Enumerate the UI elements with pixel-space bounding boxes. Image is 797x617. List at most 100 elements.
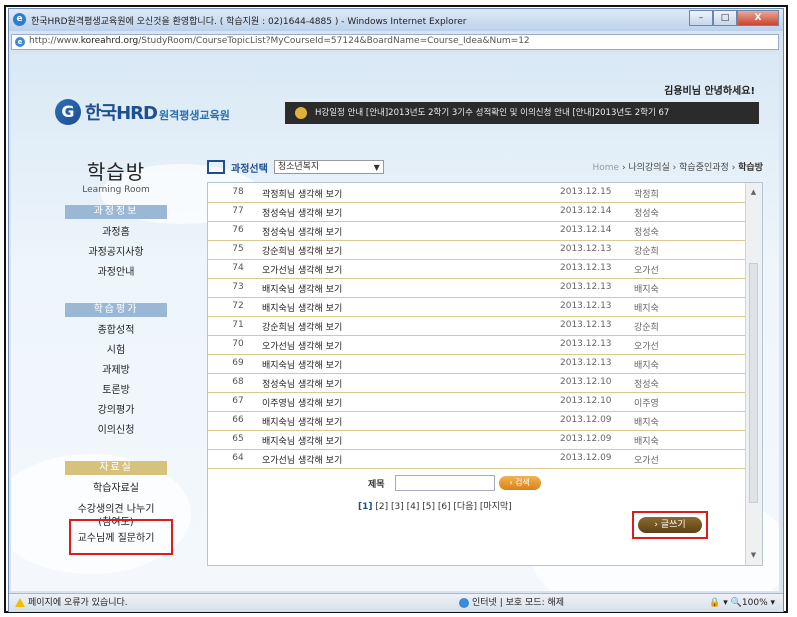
zoom-control[interactable]: 🔒 ▾ 🔍100% ▾ bbox=[709, 594, 775, 612]
table-row[interactable]: 73 배지숙님 생각해 보기 2013.12.13 배지숙 bbox=[208, 278, 748, 298]
scroll-thumb[interactable] bbox=[749, 263, 758, 503]
post-number: 64 bbox=[232, 453, 244, 463]
table-row[interactable]: 75 강순희님 생각해 보기 2013.12.13 강순희 bbox=[208, 240, 748, 260]
table-row[interactable]: 65 배지숙님 생각해 보기 2013.12.09 배지숙 bbox=[208, 430, 748, 450]
sidebar-item-appeal[interactable]: 이의신청 bbox=[57, 421, 175, 441]
table-row[interactable]: 66 배지숙님 생각해 보기 2013.12.09 배지숙 bbox=[208, 411, 748, 431]
table-row[interactable]: 64 오가선님 생각해 보기 2013.12.09 오가선 bbox=[208, 449, 748, 469]
post-number: 66 bbox=[232, 415, 244, 425]
main-content: 과정선택 청소년복지 ▼ Home › 나의강의실 › 학습중인과정 › 학습방 … bbox=[207, 158, 763, 578]
post-number: 72 bbox=[232, 301, 244, 311]
post-title[interactable]: 정성숙님 생각해 보기 bbox=[262, 377, 342, 390]
post-number: 75 bbox=[232, 244, 244, 254]
post-author: 배지숙 bbox=[634, 304, 659, 314]
list-scrollbar[interactable]: ▲ ▼ bbox=[745, 183, 762, 565]
section-head-course-info: 과정정보 bbox=[65, 205, 167, 219]
post-date: 2013.12.14 bbox=[560, 206, 612, 216]
sidebar-item-exam[interactable]: 시험 bbox=[57, 341, 175, 361]
sidebar-title: 학습방 bbox=[86, 160, 146, 184]
post-title[interactable]: 오가선님 생각해 보기 bbox=[262, 453, 342, 466]
post-title[interactable]: 배지숙님 생각해 보기 bbox=[262, 415, 342, 428]
post-title[interactable]: 이주영님 생각해 보기 bbox=[262, 396, 342, 409]
search-label: 제목 bbox=[368, 479, 385, 490]
sidebar-item-opinion-share[interactable]: 수강생의견 나누기 bbox=[57, 503, 175, 516]
post-author: 강순희 bbox=[634, 247, 659, 257]
status-bar: 페이지에 오류가 있습니다. 인터넷 | 보호 모드: 해제 🔒 ▾ 🔍100%… bbox=[9, 593, 783, 612]
course-select[interactable]: 청소년복지 ▼ bbox=[273, 160, 384, 174]
status-error-text[interactable]: 페이지에 오류가 있습니다. bbox=[28, 598, 128, 608]
post-title[interactable]: 배지숙님 생각해 보기 bbox=[262, 434, 342, 447]
post-title[interactable]: 배지숙님 생각해 보기 bbox=[262, 301, 342, 314]
sidebar-item-course-home[interactable]: 과정홈 bbox=[57, 223, 175, 243]
notice-ticker[interactable]: H강일정 안내 [안내]2013년도 2학기 3기수 성적확인 및 이의신청 안… bbox=[285, 102, 759, 124]
page-icon: e bbox=[15, 37, 25, 47]
sidebar-item-total-grade[interactable]: 종합성적 bbox=[57, 321, 175, 341]
post-title[interactable]: 오가선님 생각해 보기 bbox=[262, 339, 342, 352]
search-button[interactable]: › 검색 bbox=[498, 476, 541, 490]
scroll-up-icon[interactable]: ▲ bbox=[748, 187, 759, 198]
table-row[interactable]: 72 배지숙님 생각해 보기 2013.12.13 배지숙 bbox=[208, 297, 748, 317]
breadcrumb-learning-room: 학습방 bbox=[738, 163, 763, 173]
table-row[interactable]: 69 배지숙님 생각해 보기 2013.12.13 배지숙 bbox=[208, 354, 748, 374]
page-links[interactable]: [2] [3] [4] [5] [6] [다음] [마지막] bbox=[375, 502, 511, 512]
ie-icon: e bbox=[13, 13, 26, 26]
close-button[interactable]: X bbox=[737, 10, 779, 26]
breadcrumb-current-course[interactable]: 학습중인과정 bbox=[679, 163, 729, 173]
address-bar[interactable]: e http://www.koreahrd.org/StudyRoom/Cour… bbox=[11, 34, 779, 50]
site-logo[interactable]: G 한국HRD 원격평생교육원 bbox=[55, 99, 230, 125]
post-author: 배지숙 bbox=[634, 285, 659, 295]
search-input[interactable] bbox=[394, 475, 495, 491]
table-row[interactable]: 77 정성숙님 생각해 보기 2013.12.14 정성숙 bbox=[208, 202, 748, 222]
post-title[interactable]: 배지숙님 생각해 보기 bbox=[262, 282, 342, 295]
post-date: 2013.12.13 bbox=[560, 282, 612, 292]
post-number: 69 bbox=[232, 358, 244, 368]
microphone-icon bbox=[295, 106, 307, 119]
warning-icon[interactable] bbox=[15, 598, 25, 607]
logo-mark-icon: G bbox=[55, 99, 81, 125]
post-title[interactable]: 강순희님 생각해 보기 bbox=[262, 320, 342, 333]
page-current[interactable]: [1] bbox=[358, 502, 373, 512]
post-number: 78 bbox=[232, 187, 244, 197]
minimize-button[interactable]: – bbox=[689, 10, 713, 26]
table-row[interactable]: 67 이주영님 생각해 보기 2013.12.10 이주영 bbox=[208, 392, 748, 412]
logo-main-text: 한국HRD bbox=[85, 103, 158, 124]
sidebar-item-assignment[interactable]: 과제방 bbox=[57, 361, 175, 381]
section-head-evaluation: 학습평가 bbox=[65, 303, 167, 317]
sidebar-item-lecture-eval[interactable]: 강의평가 bbox=[57, 401, 175, 421]
post-title[interactable]: 곽정희님 생각해 보기 bbox=[262, 187, 342, 200]
post-number: 68 bbox=[232, 377, 244, 387]
course-select-label: 과정선택 bbox=[231, 163, 268, 175]
sidebar-item-resources[interactable]: 학습자료실 bbox=[57, 479, 175, 499]
post-number: 76 bbox=[232, 225, 244, 235]
post-number: 70 bbox=[232, 339, 244, 349]
sidebar-item-course-guide[interactable]: 과정안내 bbox=[57, 263, 175, 283]
post-title[interactable]: 정성숙님 생각해 보기 bbox=[262, 225, 342, 238]
table-row[interactable]: 74 오가선님 생각해 보기 2013.12.13 오가선 bbox=[208, 259, 748, 279]
logo-sub-text: 원격평생교육원 bbox=[159, 109, 230, 122]
post-title[interactable]: 오가선님 생각해 보기 bbox=[262, 263, 342, 276]
post-title[interactable]: 배지숙님 생각해 보기 bbox=[262, 358, 342, 371]
sidebar-item-course-notice[interactable]: 과정공지사항 bbox=[57, 243, 175, 263]
table-row[interactable]: 78 곽정희님 생각해 보기 2013.12.15 곽정희 bbox=[208, 183, 748, 203]
sidebar-subtitle: Learning Room bbox=[82, 185, 150, 195]
maximize-button[interactable]: □ bbox=[713, 10, 737, 26]
sidebar-item-discussion[interactable]: 토론방 bbox=[57, 381, 175, 401]
dropdown-arrow-icon: ▼ bbox=[373, 163, 380, 172]
post-date: 2013.12.09 bbox=[560, 415, 612, 425]
home-icon[interactable]: Home bbox=[593, 163, 620, 173]
table-row[interactable]: 68 정성숙님 생각해 보기 2013.12.10 정성숙 bbox=[208, 373, 748, 393]
post-date: 2013.12.15 bbox=[560, 187, 612, 197]
post-number: 65 bbox=[232, 434, 244, 444]
breadcrumb-my-classroom[interactable]: 나의강의실 bbox=[628, 163, 669, 173]
post-title[interactable]: 강순희님 생각해 보기 bbox=[262, 244, 342, 257]
table-row[interactable]: 71 강순희님 생각해 보기 2013.12.13 강순희 bbox=[208, 316, 748, 336]
scroll-down-icon[interactable]: ▼ bbox=[748, 550, 759, 561]
table-row[interactable]: 76 정성숙님 생각해 보기 2013.12.14 정성숙 bbox=[208, 221, 748, 241]
post-date: 2013.12.09 bbox=[560, 453, 612, 463]
post-title[interactable]: 정성숙님 생각해 보기 bbox=[262, 206, 342, 219]
post-date: 2013.12.13 bbox=[560, 244, 612, 254]
table-row[interactable]: 70 오가선님 생각해 보기 2013.12.13 오가선 bbox=[208, 335, 748, 355]
list-icon bbox=[207, 160, 225, 174]
post-author: 강순희 bbox=[634, 323, 659, 333]
post-date: 2013.12.14 bbox=[560, 225, 612, 235]
